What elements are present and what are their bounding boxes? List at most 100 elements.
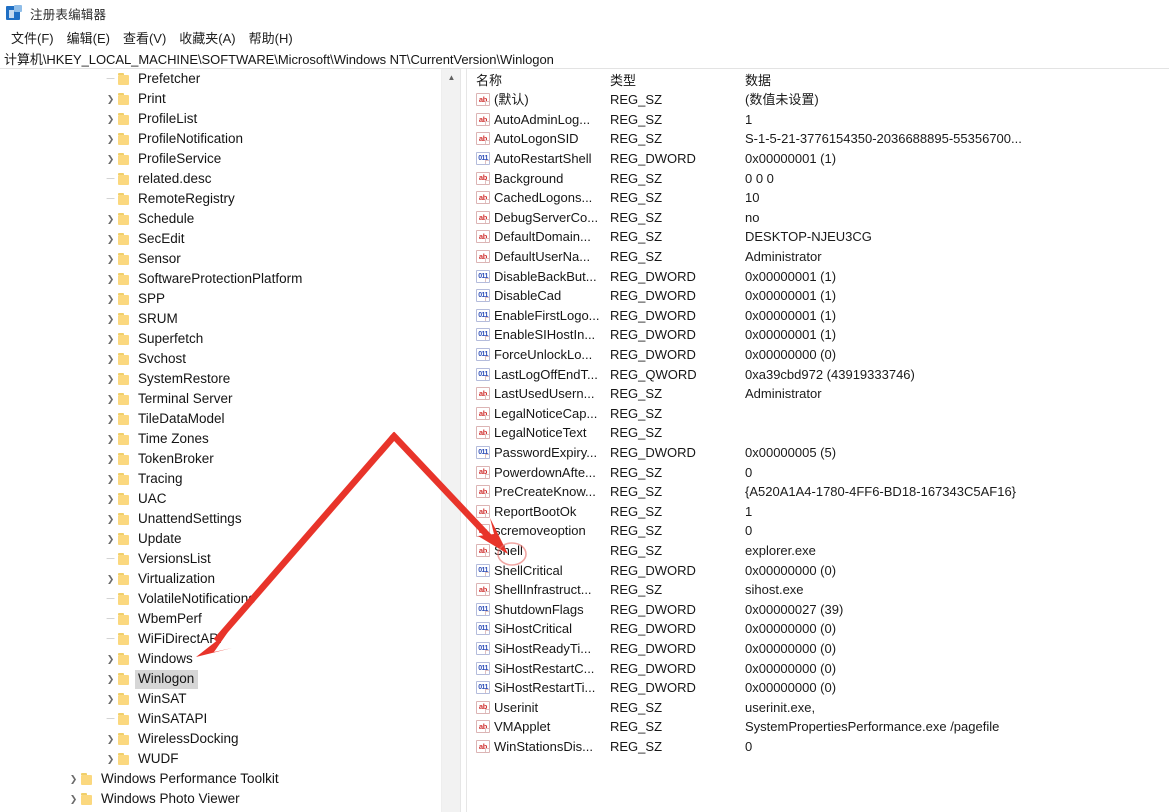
value-row[interactable]: 011 EnableSIHostIn... REG_DWORD 0x00000001 … [467, 325, 1169, 345]
value-row[interactable]: ab scremoveoption REG_SZ 0 [467, 521, 1169, 541]
chevron-right-icon[interactable]: ❯ [103, 94, 118, 104]
tree-item-profileservice[interactable]: ❯ ProfileService [0, 149, 441, 169]
value-row[interactable]: ab LastUsedUsern... REG_SZ Administrator [467, 384, 1169, 404]
value-row[interactable]: 011 ForceUnlockLo... REG_DWORD 0x00000000 (… [467, 345, 1169, 365]
chevron-right-icon[interactable]: ❯ [103, 354, 118, 364]
scroll-down-icon[interactable] [442, 794, 461, 812]
tree-item-tokenbroker[interactable]: ❯ TokenBroker [0, 449, 441, 469]
tree-item-remoteregistry[interactable]: ─ RemoteRegistry [0, 189, 441, 209]
chevron-right-icon[interactable]: ❯ [103, 454, 118, 464]
chevron-right-icon[interactable]: ❯ [103, 394, 118, 404]
column-header-type[interactable]: 类型 [610, 70, 636, 89]
value-row[interactable]: ab ReportBootOk REG_SZ 1 [467, 501, 1169, 521]
chevron-right-icon[interactable]: ❯ [103, 754, 118, 764]
value-row[interactable]: 011 PasswordExpiry... REG_DWORD 0x00000005 … [467, 443, 1169, 463]
tree-item-systemrestore[interactable]: ❯ SystemRestore [0, 369, 441, 389]
value-row[interactable]: 011 SiHostRestartC... REG_DWORD 0x00000000 … [467, 658, 1169, 678]
value-row[interactable]: 011 LastLogOffEndT... REG_QWORD 0xa39cbd972… [467, 364, 1169, 384]
tree-item-profilenotification[interactable]: ❯ ProfileNotification [0, 129, 441, 149]
tree-item-winlogon[interactable]: ❯ Winlogon [0, 669, 441, 689]
chevron-right-icon[interactable]: ❯ [103, 574, 118, 584]
chevron-right-icon[interactable]: ❯ [103, 214, 118, 224]
chevron-right-icon[interactable]: ❯ [103, 734, 118, 744]
value-row[interactable]: 011 EnableFirstLogo... REG_DWORD 0x00000001… [467, 306, 1169, 326]
chevron-right-icon[interactable]: ❯ [103, 434, 118, 444]
tree-item-srum[interactable]: ❯ SRUM [0, 309, 441, 329]
value-row[interactable]: ab CachedLogons... REG_SZ 10 [467, 188, 1169, 208]
chevron-right-icon[interactable]: ❯ [103, 654, 118, 664]
value-row[interactable]: ab (默认) REG_SZ (数值未设置) [467, 90, 1169, 110]
tree-item-schedule[interactable]: ❯ Schedule [0, 209, 441, 229]
tree-item-winsat[interactable]: ❯ WinSAT [0, 689, 441, 709]
chevron-right-icon[interactable]: ❯ [66, 774, 81, 784]
menu-view[interactable]: 查看(V) [117, 27, 173, 48]
value-row[interactable]: 011 DisableCad REG_DWORD 0x00000001 (1) [467, 286, 1169, 306]
column-header-name[interactable]: 名称 [476, 70, 502, 89]
tree-item-tiledatamodel[interactable]: ❯ TileDataModel [0, 409, 441, 429]
value-row[interactable]: 011 SiHostCritical REG_DWORD 0x00000000 (0) [467, 619, 1169, 639]
address-bar[interactable]: 计算机\HKEY_LOCAL_MACHINE\SOFTWARE\Microsof… [0, 48, 1169, 69]
value-row[interactable]: ab ShellInfrastruct... REG_SZ sihost.exe [467, 580, 1169, 600]
value-row[interactable]: ab Background REG_SZ 0 0 0 [467, 168, 1169, 188]
tree-item-superfetch[interactable]: ❯ Superfetch [0, 329, 441, 349]
chevron-right-icon[interactable]: ❯ [103, 314, 118, 324]
value-row[interactable]: ab Shell REG_SZ explorer.exe [467, 541, 1169, 561]
tree-item-sensor[interactable]: ❯ Sensor [0, 249, 441, 269]
tree-item-volatilenotifications[interactable]: ─ VolatileNotifications [0, 589, 441, 609]
tree-item-update[interactable]: ❯ Update [0, 529, 441, 549]
chevron-right-icon[interactable]: ❯ [103, 254, 118, 264]
value-row[interactable]: 011 DisableBackBut... REG_DWORD 0x00000001 … [467, 266, 1169, 286]
value-row[interactable]: ab PreCreateKnow... REG_SZ {A520A1A4-1780-4… [467, 482, 1169, 502]
menu-favorites[interactable]: 收藏夹(A) [173, 27, 242, 48]
registry-tree-pane[interactable]: ─ Prefetcher ❯ Print ❯ ProfileList ❯ ProfileNot… [0, 69, 441, 812]
tree-item-print[interactable]: ❯ Print [0, 89, 441, 109]
tree-item-versionslist[interactable]: ─ VersionsList [0, 549, 441, 569]
value-row[interactable]: 011 AutoRestartShell REG_DWORD 0x00000001 (… [467, 149, 1169, 169]
menu-edit[interactable]: 编辑(E) [61, 27, 117, 48]
chevron-right-icon[interactable]: ❯ [103, 514, 118, 524]
chevron-right-icon[interactable]: ❯ [103, 294, 118, 304]
chevron-right-icon[interactable]: ❯ [103, 534, 118, 544]
value-row[interactable]: ab Userinit REG_SZ userinit.exe, [467, 697, 1169, 717]
tree-item-svchost[interactable]: ❯ Svchost [0, 349, 441, 369]
tree-item-secedit[interactable]: ❯ SecEdit [0, 229, 441, 249]
tree-item-time-zones[interactable]: ❯ Time Zones [0, 429, 441, 449]
tree-item-windows-performance-toolkit[interactable]: ❯ Windows Performance Toolkit [0, 769, 441, 789]
menu-file[interactable]: 文件(F) [5, 27, 61, 48]
value-row[interactable]: ab LegalNoticeCap... REG_SZ [467, 404, 1169, 424]
tree-item-windows-photo-viewer[interactable]: ❯ Windows Photo Viewer [0, 789, 441, 809]
chevron-right-icon[interactable]: ❯ [103, 674, 118, 684]
tree-item-prefetcher[interactable]: ─ Prefetcher [0, 69, 441, 89]
tree-item-related-desc[interactable]: ─ related.desc [0, 169, 441, 189]
chevron-right-icon[interactable]: ❯ [103, 474, 118, 484]
tree-item-terminal-server[interactable]: ❯ Terminal Server [0, 389, 441, 409]
tree-item-wirelessdocking[interactable]: ❯ WirelessDocking [0, 729, 441, 749]
chevron-right-icon[interactable]: ❯ [103, 414, 118, 424]
menu-help[interactable]: 帮助(H) [243, 27, 300, 48]
tree-item-uac[interactable]: ❯ UAC [0, 489, 441, 509]
value-row[interactable]: ab DefaultUserNa... REG_SZ Administrator [467, 247, 1169, 267]
tree-item-profilelist[interactable]: ❯ ProfileList [0, 109, 441, 129]
tree-item-windows[interactable]: ❯ Windows [0, 649, 441, 669]
tree-item-virtualization[interactable]: ❯ Virtualization [0, 569, 441, 589]
value-row[interactable]: ab LegalNoticeText REG_SZ [467, 423, 1169, 443]
chevron-right-icon[interactable]: ❯ [103, 134, 118, 144]
value-row[interactable]: ab AutoAdminLog... REG_SZ 1 [467, 110, 1169, 130]
chevron-right-icon[interactable]: ❯ [103, 154, 118, 164]
value-row[interactable]: ab PowerdownAfte... REG_SZ 0 [467, 462, 1169, 482]
chevron-right-icon[interactable]: ❯ [66, 794, 81, 804]
value-row[interactable]: ab DebugServerCo... REG_SZ no [467, 208, 1169, 228]
tree-item-unattendsettings[interactable]: ❯ UnattendSettings [0, 509, 441, 529]
scroll-up-icon[interactable]: ▲ [442, 69, 461, 87]
chevron-right-icon[interactable]: ❯ [103, 494, 118, 504]
tree-item-wbemperf[interactable]: ─ WbemPerf [0, 609, 441, 629]
chevron-right-icon[interactable]: ❯ [103, 274, 118, 284]
pane-splitter[interactable] [460, 69, 467, 812]
chevron-right-icon[interactable]: ❯ [103, 694, 118, 704]
value-row[interactable]: ab VMApplet REG_SZ SystemPropertiesPerforma… [467, 717, 1169, 737]
chevron-right-icon[interactable]: ❯ [103, 234, 118, 244]
tree-item-softwareprotectionplatform[interactable]: ❯ SoftwareProtectionPlatform [0, 269, 441, 289]
registry-values-pane[interactable]: 名称 类型 数据 ab (默认) REG_SZ (数值未设置) ab AutoAdminL… [467, 69, 1169, 812]
tree-item-tracing[interactable]: ❯ Tracing [0, 469, 441, 489]
tree-scrollbar[interactable]: ▲ [441, 69, 460, 812]
